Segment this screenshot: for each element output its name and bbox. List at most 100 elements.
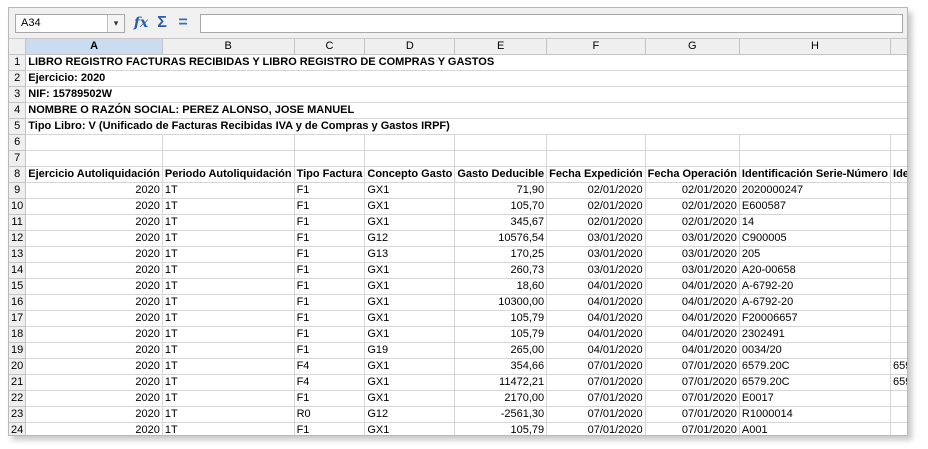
cell[interactable]: 2020 — [25, 310, 163, 327]
cell[interactable]: 07/01/2020 — [546, 390, 646, 407]
cell[interactable]: 02/01/2020 — [546, 182, 646, 199]
cell[interactable]: 07/01/2020 — [645, 422, 740, 435]
cell[interactable]: 1T — [162, 326, 295, 343]
cell[interactable]: Tipo Libro: V (Unificado de Facturas Rec… — [25, 118, 907, 135]
row-header[interactable]: 15 — [9, 278, 27, 295]
row-header[interactable]: 5 — [9, 118, 27, 135]
cell[interactable]: 1T — [162, 390, 295, 407]
function-wizard-icon[interactable]: fx — [131, 13, 151, 33]
cell[interactable]: 1T — [162, 262, 295, 279]
cell[interactable]: 1T — [162, 422, 295, 435]
cell[interactable]: 345,67 — [454, 214, 548, 231]
cell[interactable]: 03/01/2020 — [546, 246, 646, 263]
cell[interactable]: GX1 — [364, 278, 456, 295]
cell[interactable]: 105,79 — [454, 422, 548, 435]
cell[interactable] — [294, 134, 366, 151]
cell[interactable] — [890, 326, 907, 343]
row-header[interactable]: 2 — [9, 70, 27, 87]
cell[interactable] — [890, 230, 907, 247]
cell[interactable]: GX1 — [364, 182, 456, 199]
cell[interactable] — [25, 150, 163, 167]
row-header[interactable]: 24 — [9, 422, 27, 435]
cell[interactable]: NIF: 15789502W — [25, 86, 907, 103]
cell[interactable]: G12 — [364, 406, 456, 423]
column-header[interactable]: H — [739, 39, 892, 55]
cell[interactable] — [162, 150, 295, 167]
cell[interactable]: Ejercicio: 2020 — [25, 70, 907, 87]
cell[interactable]: 2020 — [25, 390, 163, 407]
cell[interactable]: 354,66 — [454, 358, 548, 375]
cell[interactable]: 04/01/2020 — [645, 294, 740, 311]
cell[interactable] — [890, 406, 907, 423]
cell[interactable] — [890, 214, 907, 231]
cell[interactable]: GX1 — [364, 198, 456, 215]
cell[interactable]: GX1 — [364, 262, 456, 279]
row-header[interactable]: 20 — [9, 358, 27, 375]
cell[interactable]: A-6792-20 — [739, 294, 892, 311]
cell[interactable]: 6579.20C — [739, 358, 892, 375]
cell[interactable]: F1 — [294, 198, 366, 215]
cell[interactable]: 1T — [162, 358, 295, 375]
cell[interactable]: 02/01/2020 — [645, 182, 740, 199]
cell[interactable]: LIBRO REGISTRO FACTURAS RECIBIDAS Y LIBR… — [25, 54, 907, 71]
cell[interactable] — [890, 422, 907, 435]
cell[interactable]: 03/01/2020 — [645, 246, 740, 263]
row-header[interactable]: 22 — [9, 390, 27, 407]
cell[interactable]: 07/01/2020 — [546, 406, 646, 423]
cell[interactable]: G19 — [364, 342, 456, 359]
cell[interactable]: 105,79 — [454, 326, 548, 343]
cell[interactable]: 10576,54 — [454, 230, 548, 247]
cell[interactable]: 07/01/2020 — [546, 422, 646, 435]
cell[interactable]: 2020 — [25, 278, 163, 295]
cell[interactable] — [454, 150, 548, 167]
formula-icon[interactable]: = — [173, 13, 193, 33]
cell[interactable] — [546, 134, 646, 151]
cell[interactable]: 2170,00 — [454, 390, 548, 407]
cell[interactable]: F1 — [294, 214, 366, 231]
cell[interactable]: 2020 — [25, 230, 163, 247]
cell[interactable]: 105,79 — [454, 310, 548, 327]
cell[interactable]: Tipo Factura — [294, 166, 366, 183]
cell[interactable]: 07/01/2020 — [645, 390, 740, 407]
cell[interactable]: A20-00658 — [739, 262, 892, 279]
row-header[interactable]: 9 — [9, 182, 27, 199]
formula-input[interactable] — [200, 14, 903, 33]
row-header[interactable]: 1 — [9, 54, 27, 71]
cell[interactable]: 2020 — [25, 214, 163, 231]
cell[interactable]: F1 — [294, 262, 366, 279]
cell[interactable]: F20006657 — [739, 310, 892, 327]
cell[interactable]: Concepto Gasto — [364, 166, 456, 183]
cell[interactable]: 04/01/2020 — [546, 326, 646, 343]
cell[interactable]: Identificación Serie-Número — [739, 166, 892, 183]
cell[interactable]: 04/01/2020 — [645, 310, 740, 327]
cell[interactable]: E600587 — [739, 198, 892, 215]
cell[interactable] — [890, 310, 907, 327]
cell[interactable]: 04/01/2020 — [645, 278, 740, 295]
cell[interactable] — [546, 150, 646, 167]
cell[interactable]: F1 — [294, 390, 366, 407]
cell[interactable]: 0034/20 — [739, 342, 892, 359]
row-header[interactable]: 14 — [9, 262, 27, 279]
cell[interactable]: 2020 — [25, 422, 163, 435]
column-header[interactable]: A — [25, 39, 163, 55]
cell[interactable]: R0 — [294, 406, 366, 423]
cell[interactable]: 2020 — [25, 406, 163, 423]
cell[interactable]: 105,70 — [454, 198, 548, 215]
cell[interactable] — [890, 134, 907, 151]
cell[interactable] — [890, 182, 907, 199]
cell[interactable]: 6579.20C — [739, 374, 892, 391]
select-all-corner[interactable] — [9, 39, 27, 55]
cell[interactable]: GX1 — [364, 326, 456, 343]
cell[interactable]: 04/01/2020 — [546, 342, 646, 359]
cell[interactable]: 03/01/2020 — [645, 230, 740, 247]
cell[interactable]: GX1 — [364, 390, 456, 407]
cell[interactable]: NOMBRE O RAZÓN SOCIAL: PEREZ ALONSO, JOS… — [25, 102, 907, 119]
cell[interactable]: 1T — [162, 182, 295, 199]
row-header[interactable]: 16 — [9, 294, 27, 311]
cell[interactable]: Gasto Deducible — [454, 166, 548, 183]
cell[interactable]: 205 — [739, 246, 892, 263]
column-header[interactable]: C — [294, 39, 366, 55]
row-header[interactable]: 21 — [9, 374, 27, 391]
cell[interactable]: 6593.20C — [890, 358, 907, 375]
cell[interactable]: F1 — [294, 326, 366, 343]
